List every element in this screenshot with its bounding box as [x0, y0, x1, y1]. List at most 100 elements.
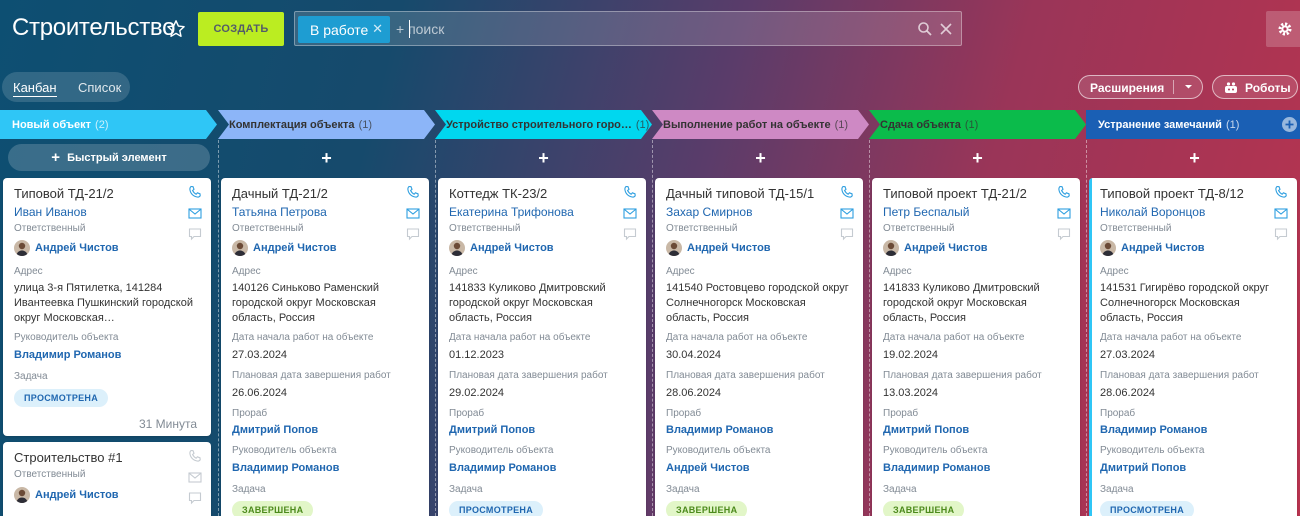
column-title: Комплектация объекта [229, 118, 355, 131]
field-label: Плановая дата завершения работ [449, 370, 608, 381]
card-title[interactable]: Типовой проект ТД-21/2 [883, 186, 1027, 201]
card-title[interactable]: Дачный типовой ТД-15/1 [666, 186, 814, 201]
object-head-value[interactable]: Дмитрий Попов [1100, 462, 1186, 474]
extensions-button[interactable]: Расширения [1078, 75, 1203, 99]
foreman-value[interactable]: Владимир Романов [666, 424, 773, 436]
chat-icon[interactable] [840, 227, 854, 241]
card-title[interactable]: Типовой проект ТД-8/12 [1100, 186, 1244, 201]
card-title[interactable]: Типовой ТД-21/2 [14, 186, 114, 201]
object-head-value[interactable]: Андрей Чистов [666, 462, 750, 474]
email-icon[interactable] [188, 470, 202, 484]
card-client[interactable]: Николай Воронцов [1100, 205, 1205, 219]
email-icon[interactable] [406, 206, 420, 220]
responsible-name[interactable]: Андрей Чистов [35, 489, 119, 501]
avatar[interactable] [1100, 240, 1116, 256]
avatar[interactable] [14, 240, 30, 256]
card-client[interactable]: Екатерина Трифонова [449, 205, 574, 219]
responsible-name[interactable]: Андрей Чистов [687, 242, 771, 254]
responsible-name[interactable]: Андрей Чистов [904, 242, 988, 254]
email-icon[interactable] [1274, 206, 1288, 220]
deal-card[interactable]: Дачный ТД-21/2 Татьяна Петрова Ответстве… [221, 178, 429, 516]
deal-card[interactable]: Типовой проект ТД-21/2 Петр Беспалый Отв… [872, 178, 1080, 516]
foreman-value[interactable]: Дмитрий Попов [449, 424, 535, 436]
phone-icon[interactable] [1274, 185, 1288, 199]
column-header[interactable]: Выполнение работ на объекте (1) [652, 110, 869, 139]
add-item-plus-icon[interactable]: + [1086, 148, 1300, 169]
deal-card[interactable]: Типовой ТД-21/2 Иван Иванов Ответственны… [3, 178, 211, 436]
avatar[interactable] [232, 240, 248, 256]
deal-card[interactable]: Коттедж ТК-23/2 Екатерина Трифонова Отве… [438, 178, 646, 516]
chat-icon[interactable] [188, 491, 202, 505]
chat-icon[interactable] [406, 227, 420, 241]
search-input[interactable]: + поиск [396, 21, 444, 37]
deal-card[interactable]: Дачный типовой ТД-15/1 Захар Смирнов Отв… [655, 178, 863, 516]
foreman-value[interactable]: Дмитрий Попов [883, 424, 969, 436]
phone-icon[interactable] [623, 185, 637, 199]
email-icon[interactable] [840, 206, 854, 220]
card-client[interactable]: Захар Смирнов [666, 205, 752, 219]
column-header[interactable]: Новый объект (2) [0, 110, 217, 139]
avatar[interactable] [883, 240, 899, 256]
object-head-value[interactable]: Владимир Романов [449, 462, 556, 474]
star-icon[interactable] [166, 19, 186, 39]
robots-button[interactable]: Роботы [1212, 75, 1298, 99]
tab-kanban[interactable]: Канбан [13, 80, 57, 97]
deal-card[interactable]: Строительство #1 Ответственный Андрей Чи… [3, 442, 211, 516]
column-header[interactable]: Комплектация объекта (1) [218, 110, 435, 139]
phone-icon[interactable] [406, 185, 420, 199]
column-header[interactable]: Устройство строительного горо… (1) [435, 110, 652, 139]
add-item-plus-icon[interactable]: + [435, 148, 652, 169]
email-icon[interactable] [188, 206, 202, 220]
search-icon[interactable] [917, 21, 933, 37]
search-filter-bar[interactable]: В работе ✕ + поиск [294, 11, 962, 46]
quick-add-button[interactable]: + Быстрый элемент [8, 144, 210, 171]
address-value: 141833 Куликово Дмитровский городской ок… [883, 282, 1040, 324]
add-item-plus-icon[interactable]: + [218, 148, 435, 169]
responsible-name[interactable]: Андрей Чистов [35, 242, 119, 254]
foreman-value[interactable]: Дмитрий Попов [232, 424, 318, 436]
filter-chip[interactable]: В работе ✕ [298, 16, 390, 43]
column-title: Новый объект [12, 118, 92, 131]
create-button[interactable]: СОЗДАТЬ [198, 12, 284, 46]
settings-button[interactable] [1266, 11, 1300, 47]
responsible-name[interactable]: Андрей Чистов [1121, 242, 1205, 254]
object-head-value[interactable]: Владимир Романов [14, 349, 121, 361]
card-title[interactable]: Дачный ТД-21/2 [232, 186, 328, 201]
avatar[interactable] [666, 240, 682, 256]
foreman-value[interactable]: Владимир Романов [1100, 424, 1207, 436]
email-icon[interactable] [623, 206, 637, 220]
column-header[interactable]: Сдача объекта (1) [869, 110, 1086, 139]
column-header[interactable]: Устранение замечаний (1) [1086, 110, 1300, 139]
phone-icon[interactable] [188, 449, 202, 463]
field-label: Дата начала работ на объекте [666, 332, 808, 343]
phone-icon[interactable] [188, 185, 202, 199]
card-client[interactable]: Татьяна Петрова [232, 205, 327, 219]
chip-close-icon[interactable]: ✕ [372, 21, 383, 37]
field-label: Задача [232, 484, 266, 495]
chat-icon[interactable] [1057, 227, 1071, 241]
card-client[interactable]: Петр Беспалый [883, 205, 969, 219]
chat-icon[interactable] [623, 227, 637, 241]
phone-icon[interactable] [1057, 185, 1071, 199]
add-item-plus-icon[interactable]: + [652, 148, 869, 169]
clear-search-icon[interactable] [938, 21, 954, 37]
add-column-icon[interactable] [1282, 117, 1297, 132]
card-title[interactable]: Строительство #1 [14, 450, 123, 465]
tab-list[interactable]: Список [78, 80, 121, 95]
chat-icon[interactable] [188, 227, 202, 241]
responsible-name[interactable]: Андрей Чистов [470, 242, 554, 254]
deal-card[interactable]: Типовой проект ТД-8/12 Николай Воронцов … [1089, 178, 1297, 516]
card-client[interactable]: Иван Иванов [14, 205, 87, 219]
responsible-name[interactable]: Андрей Чистов [253, 242, 337, 254]
avatar[interactable] [449, 240, 465, 256]
email-icon[interactable] [1057, 206, 1071, 220]
chat-icon[interactable] [1274, 227, 1288, 241]
avatar[interactable] [14, 487, 30, 503]
object-head-value[interactable]: Владимир Романов [232, 462, 339, 474]
chevron-down-icon[interactable] [1184, 82, 1193, 91]
planned-end-value: 28.06.2024 [666, 387, 722, 399]
add-item-plus-icon[interactable]: + [869, 148, 1086, 169]
card-title[interactable]: Коттедж ТК-23/2 [449, 186, 547, 201]
object-head-value[interactable]: Владимир Романов [883, 462, 990, 474]
phone-icon[interactable] [840, 185, 854, 199]
